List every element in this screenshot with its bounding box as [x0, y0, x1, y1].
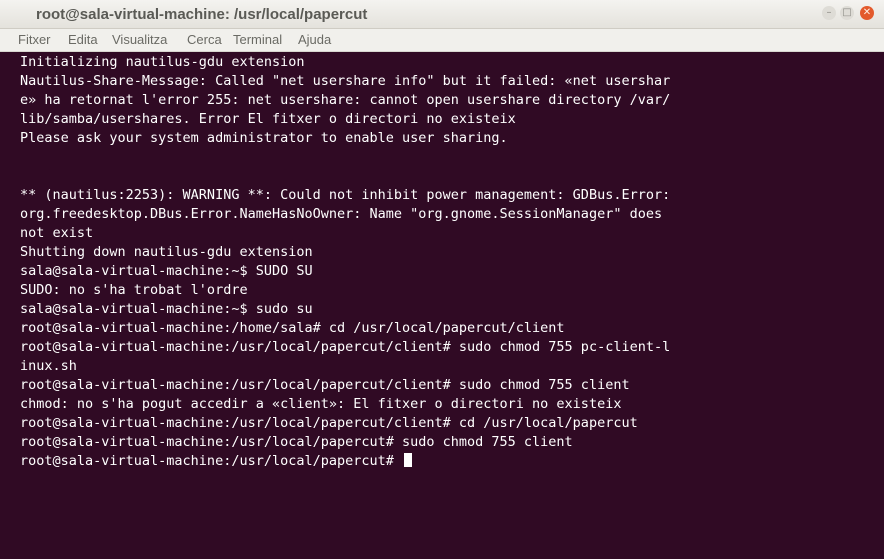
close-button[interactable]: ✕ [860, 6, 874, 20]
title-bar[interactable]: root@sala-virtual-machine: /usr/local/pa… [0, 0, 884, 29]
terminal-line: Please ask your system administrator to … [20, 130, 508, 146]
terminal-window: root@sala-virtual-machine: /usr/local/pa… [0, 0, 884, 559]
menu-ajuda[interactable]: Ajuda [298, 32, 331, 47]
terminal-line: Shutting down nautilus-gdu extension [20, 244, 313, 260]
menu-visualitza[interactable]: Visualitza [112, 32, 167, 47]
terminal-line: root@sala-virtual-machine:/usr/local/pap… [20, 415, 638, 431]
terminal-line: root@sala-virtual-machine:/usr/local/pap… [20, 339, 671, 355]
terminal-prompt-line[interactable]: root@sala-virtual-machine:/usr/local/pap… [20, 452, 884, 471]
terminal-line: lib/samba/usershares. Error El fitxer o … [20, 111, 516, 127]
menu-fitxer[interactable]: Fitxer [18, 32, 51, 47]
terminal-line: sala@sala-virtual-machine:~$ sudo su [20, 301, 313, 317]
terminal-line: inux.sh [20, 358, 77, 374]
terminal-line: Nautilus-Share-Message: Called "net user… [20, 73, 671, 89]
menu-cerca[interactable]: Cerca [187, 32, 222, 47]
window-title: root@sala-virtual-machine: /usr/local/pa… [36, 6, 368, 23]
minimize-button[interactable]: – [822, 6, 836, 20]
terminal-line: root@sala-virtual-machine:/usr/local/pap… [20, 377, 630, 393]
menu-edita[interactable]: Edita [68, 32, 98, 47]
terminal-line: sala@sala-virtual-machine:~$ SUDO SU [20, 263, 313, 279]
maximize-button[interactable]: □ [840, 6, 854, 20]
text-cursor [404, 453, 413, 467]
menu-terminal[interactable]: Terminal [233, 32, 282, 47]
terminal-line: root@sala-virtual-machine:/usr/local/pap… [20, 434, 573, 450]
terminal-line: Initializing nautilus-gdu extension [20, 54, 305, 70]
prompt-text: root@sala-virtual-machine:/usr/local/pap… [20, 453, 403, 469]
terminal-line: SUDO: no s'ha trobat l'ordre [20, 282, 248, 298]
menu-bar: Fitxer Edita Visualitza Cerca Terminal A… [0, 29, 884, 52]
terminal-output[interactable]: Initializing nautilus-gdu extension Naut… [0, 52, 884, 559]
terminal-line: not exist [20, 225, 94, 241]
terminal-line: e» ha retornat l'error 255: net usershar… [20, 92, 671, 108]
terminal-line: root@sala-virtual-machine:/home/sala# cd… [20, 320, 565, 336]
terminal-line: ** (nautilus:2253): WARNING **: Could no… [20, 187, 671, 203]
terminal-line: chmod: no s'ha pogut accedir a «client»:… [20, 396, 622, 412]
terminal-line: org.freedesktop.DBus.Error.NameHasNoOwne… [20, 206, 663, 222]
